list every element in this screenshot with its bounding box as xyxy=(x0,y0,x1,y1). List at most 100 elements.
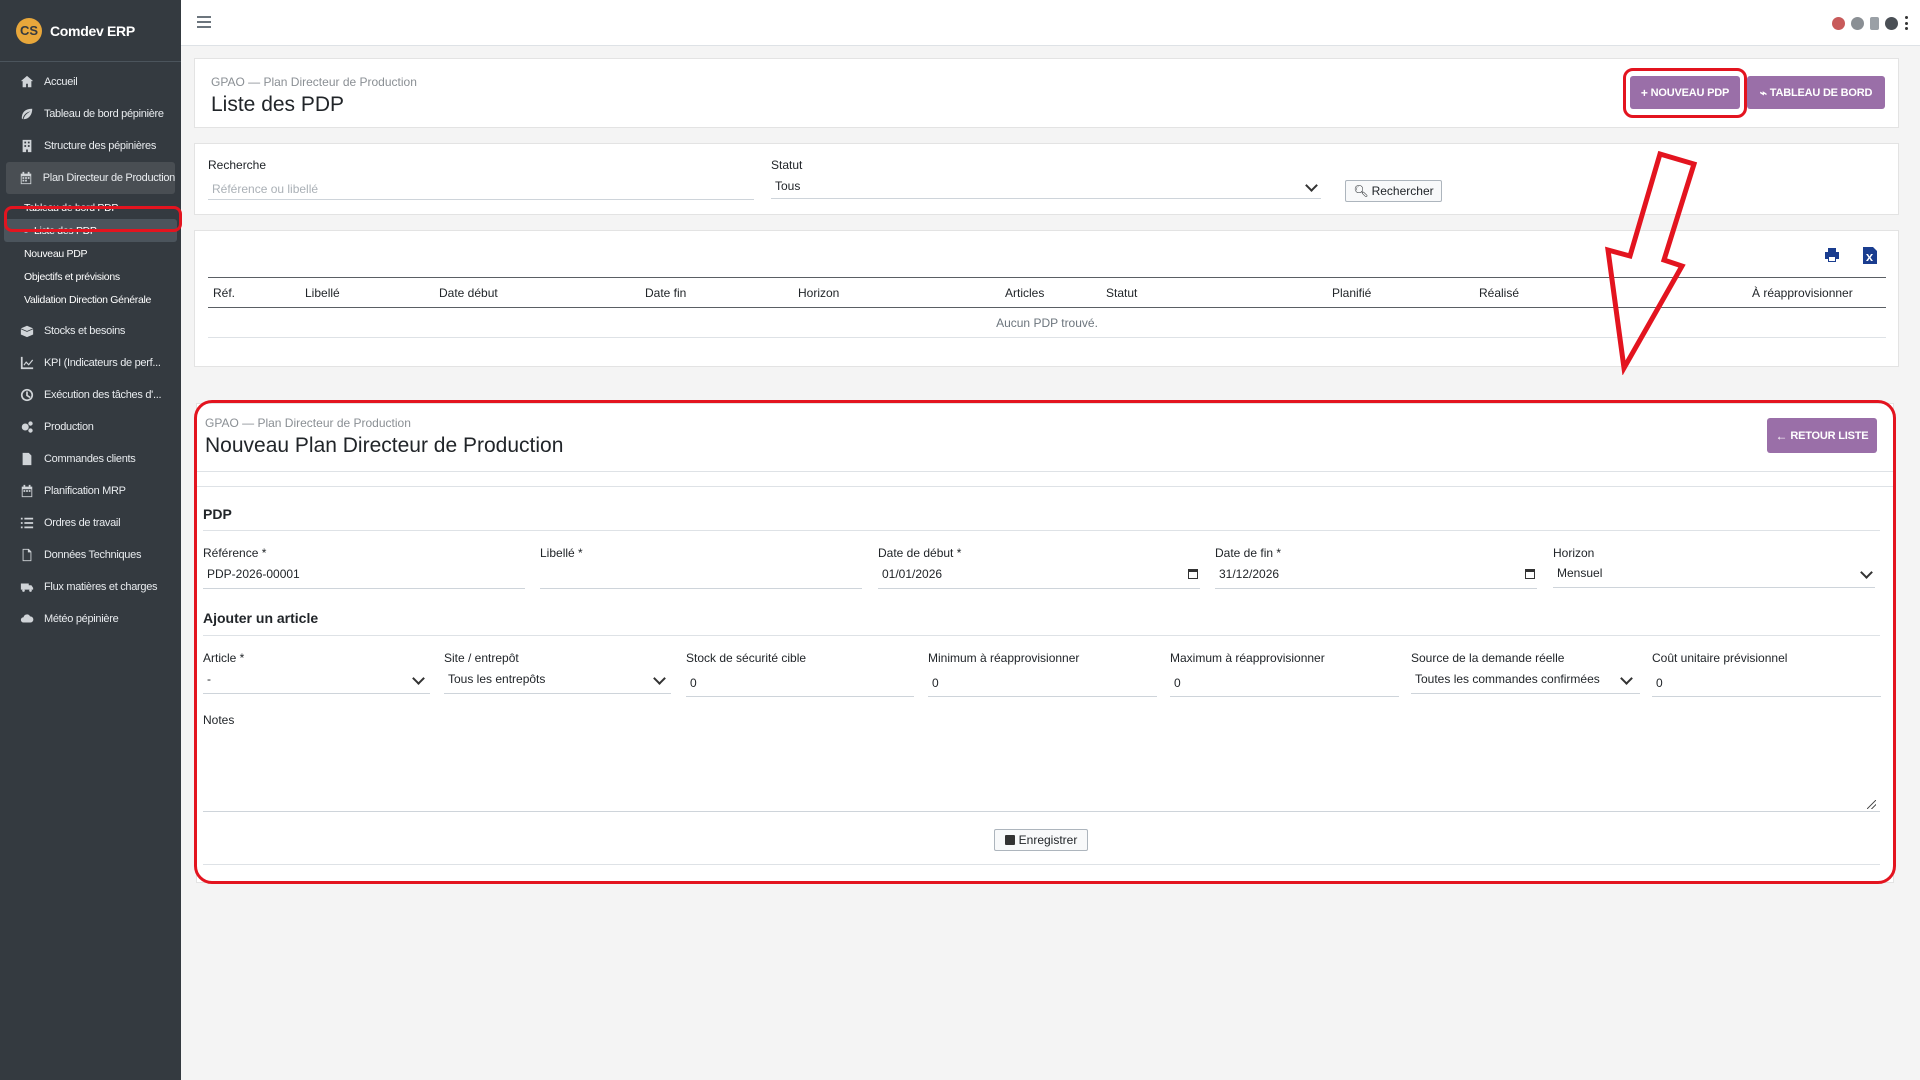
source-demande-select[interactable]: Toutes les commandes confirmées xyxy=(1411,670,1640,694)
source-demande-value: Toutes les commandes confirmées xyxy=(1415,672,1600,686)
back-to-list-button[interactable]: ← RETOUR LISTE xyxy=(1767,418,1877,453)
hamburger-menu-icon[interactable] xyxy=(197,16,211,28)
submenu-item-tableau-bord-pdp[interactable]: Tableau de bord PDP xyxy=(0,196,181,219)
excel-export-icon[interactable] xyxy=(1863,247,1877,264)
cogs-icon xyxy=(19,420,35,434)
user-avatar-icon[interactable] xyxy=(1885,16,1898,30)
column-header-libelle[interactable]: Libellé xyxy=(300,277,434,308)
divider xyxy=(203,530,1880,531)
site-value: Tous les entrepôts xyxy=(448,672,546,686)
sidebar-item-flux-matieres[interactable]: Flux matières et charges xyxy=(0,571,181,603)
sidebar-item-label: Météo pépinière xyxy=(44,613,119,625)
column-header-statut[interactable]: Statut xyxy=(1101,277,1327,308)
submenu-plan-directeur: Tableau de bord PDP Liste des PDP Nouvea… xyxy=(0,194,181,315)
submenu-item-label: Nouveau PDP xyxy=(24,247,88,260)
libelle-field[interactable] xyxy=(540,565,862,589)
horizon-select[interactable]: Mensuel xyxy=(1553,564,1875,588)
calendar-icon[interactable] xyxy=(1525,569,1535,579)
button-label: TABLEAU DE BORD xyxy=(1769,86,1873,99)
kebab-menu-icon[interactable] xyxy=(1904,16,1908,30)
dashboard-button[interactable]: ⌁ TABLEAU DE BORD xyxy=(1747,76,1885,109)
sidebar-item-label: Stocks et besoins xyxy=(44,325,126,337)
stock-securite-field[interactable]: 0 xyxy=(686,670,914,697)
brand-name: Comdev ERP xyxy=(50,22,135,39)
column-header-horizon[interactable]: Horizon xyxy=(793,277,1000,308)
reference-field[interactable]: PDP-2026-00001 xyxy=(203,565,525,589)
min-reappro-field[interactable]: 0 xyxy=(928,670,1157,697)
cout-unitaire-field[interactable]: 0 xyxy=(1652,670,1881,697)
column-header-date-debut[interactable]: Date début xyxy=(434,277,640,308)
sidebar-item-stocks-besoins[interactable]: Stocks et besoins xyxy=(0,315,181,347)
sidebar-item-label: Commandes clients xyxy=(44,453,136,465)
max-reappro-field[interactable]: 0 xyxy=(1170,670,1399,697)
submenu-item-objectifs-previsions[interactable]: Objectifs et prévisions xyxy=(0,265,181,288)
calendar-icon[interactable] xyxy=(1188,569,1198,579)
date-fin-field[interactable]: 31/12/2026 xyxy=(1215,565,1537,589)
page-title: Nouveau Plan Directeur de Production xyxy=(205,434,564,457)
min-reappro-value: 0 xyxy=(932,676,939,690)
file-icon xyxy=(19,548,35,562)
line-chart-icon: ⌁ xyxy=(1759,85,1767,100)
date-fin-label: Date de fin * xyxy=(1215,546,1282,560)
sidebar-item-plan-directeur[interactable]: Plan Directeur de Production xyxy=(6,162,175,194)
home-icon xyxy=(19,75,35,89)
submenu-item-nouveau-pdp[interactable]: Nouveau PDP xyxy=(0,242,181,265)
sidebar-item-planification-mrp[interactable]: Planification MRP xyxy=(0,475,181,507)
print-icon[interactable] xyxy=(1823,247,1841,263)
date-fin-value: 31/12/2026 xyxy=(1219,567,1280,581)
sidebar: CS Comdev ERP Accueil Tableau de bord pé… xyxy=(0,0,182,1080)
search-input[interactable] xyxy=(208,178,754,200)
sidebar-item-donnees-techniques[interactable]: Données Techniques xyxy=(0,539,181,571)
notes-textarea[interactable] xyxy=(203,731,1880,812)
sidebar-item-kpi[interactable]: KPI (Indicateurs de perf... xyxy=(0,347,181,379)
sidebar-item-commandes-clients[interactable]: Commandes clients xyxy=(0,443,181,475)
search-button[interactable]: 🔍︎ Rechercher xyxy=(1345,180,1442,202)
page-title: Liste des PDP xyxy=(211,93,345,116)
column-header-date-fin[interactable]: Date fin xyxy=(640,277,793,308)
trash-icon[interactable] xyxy=(1870,16,1879,30)
submenu-item-validation-dg[interactable]: Validation Direction Générale xyxy=(0,288,181,311)
boxes-icon xyxy=(19,324,35,338)
column-header-articles[interactable]: Articles xyxy=(1000,277,1101,308)
sidebar-nav: Accueil Tableau de bord pépinière Struct… xyxy=(0,62,181,635)
submenu-item-liste-pdp[interactable]: Liste des PDP xyxy=(4,219,177,242)
save-button[interactable]: Enregistrer xyxy=(994,829,1088,851)
sidebar-item-tableau-bord-pepiniere[interactable]: Tableau de bord pépinière xyxy=(0,98,181,130)
sidebar-item-label: Production xyxy=(44,421,94,433)
column-header-planifie[interactable]: Planifié xyxy=(1327,277,1474,308)
divider xyxy=(197,471,1895,472)
cloud-icon xyxy=(19,612,35,626)
pdp-table: Réf. Libellé Date début Date fin Horizon… xyxy=(208,277,1886,338)
sidebar-item-structure-pepinieres[interactable]: Structure des pépinières xyxy=(0,130,181,162)
sidebar-item-label: KPI (Indicateurs de perf... xyxy=(44,357,161,369)
sidebar-item-label: Structure des pépinières xyxy=(44,140,157,152)
sidebar-item-production[interactable]: Production xyxy=(0,411,181,443)
notes-label: Notes xyxy=(203,713,235,727)
sidebar-item-execution-taches[interactable]: Exécution des tâches d'... xyxy=(0,379,181,411)
resize-handle-icon[interactable] xyxy=(1867,800,1876,809)
status-select[interactable]: Tous xyxy=(771,177,1321,199)
date-debut-field[interactable]: 01/01/2026 xyxy=(878,565,1200,589)
new-pdp-button[interactable]: + NOUVEAU PDP xyxy=(1630,76,1740,109)
article-select[interactable]: - xyxy=(203,670,430,694)
site-select[interactable]: Tous les entrepôts xyxy=(444,670,671,694)
column-header-reapprovisionner[interactable]: À réapprovisionner xyxy=(1747,277,1886,308)
brand[interactable]: CS Comdev ERP xyxy=(0,0,181,62)
max-reappro-label: Maximum à réapprovisionner xyxy=(1170,651,1325,665)
cout-unitaire-label: Coût unitaire prévisionnel xyxy=(1652,651,1788,665)
messages-icon[interactable] xyxy=(1851,16,1864,30)
truck-icon xyxy=(19,580,35,594)
column-header-ref[interactable]: Réf. xyxy=(208,277,300,308)
sidebar-item-meteo-pepiniere[interactable]: Météo pépinière xyxy=(0,603,181,635)
notification-icon[interactable] xyxy=(1832,16,1845,30)
column-header-realise[interactable]: Réalisé xyxy=(1474,277,1747,308)
pdp-table-card: Réf. Libellé Date début Date fin Horizon… xyxy=(194,230,1899,367)
button-label: Rechercher xyxy=(1371,184,1434,198)
sidebar-item-label: Plan Directeur de Production xyxy=(42,172,175,184)
button-label: RETOUR LISTE xyxy=(1790,429,1869,442)
table-header-row: Réf. Libellé Date début Date fin Horizon… xyxy=(208,277,1886,308)
sidebar-item-accueil[interactable]: Accueil xyxy=(0,66,181,98)
search-icon: 🔍︎ xyxy=(1353,184,1369,198)
submenu-item-label: Validation Direction Générale xyxy=(24,293,152,306)
sidebar-item-ordres-travail[interactable]: Ordres de travail xyxy=(0,507,181,539)
